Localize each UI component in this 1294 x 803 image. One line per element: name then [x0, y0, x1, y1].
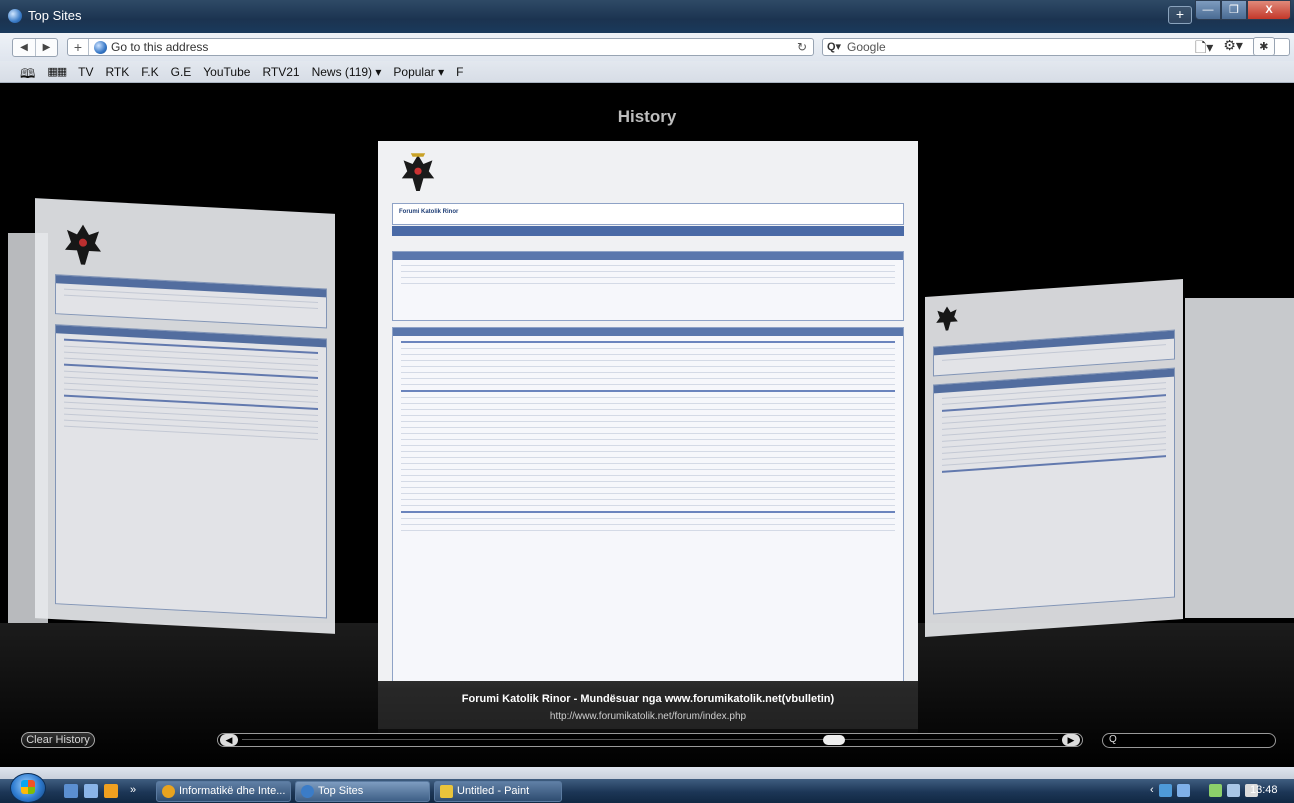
- tray-expand-icon[interactable]: ‹: [1150, 784, 1154, 797]
- history-coverflow: History Forumi Katolik Rinor Forumi Kato…: [0, 83, 1294, 767]
- window-titlebar: Top Sites + — ❐ X: [0, 0, 1294, 33]
- taskbar-item-label: Informatikë dhe Inte...: [179, 785, 286, 797]
- forward-button[interactable]: ▶: [35, 39, 57, 56]
- taskbar-item-top-sites[interactable]: Top Sites: [295, 781, 430, 802]
- caption-page-title: Forumi Katolik Rinor - Mundësuar nga www…: [461, 693, 835, 705]
- minimize-button[interactable]: —: [1195, 0, 1221, 20]
- scroll-track: [242, 739, 1058, 740]
- caption-page-url: http://www.forumikatolik.net/forum/index…: [549, 711, 747, 722]
- address-bar[interactable]: + Go to this address ↻: [67, 38, 814, 56]
- bookmarks-bar: 🕮 ▦▦ TV RTK F.K G.E YouTube RTV21 News (…: [0, 61, 1294, 83]
- toolbar-menus: 🗋▾ ⚙▾ ✱: [1195, 37, 1275, 61]
- report-bug-icon[interactable]: ✱: [1252, 37, 1275, 56]
- quick-launch: »: [64, 784, 136, 798]
- taskbar-clock[interactable]: 13:48: [1250, 784, 1278, 796]
- navigation-toolbar: ◀ ▶ + Go to this address ↻ Q▾ Google 🗋▾ …: [0, 33, 1294, 61]
- history-thumbnail-far-right[interactable]: [1185, 298, 1294, 618]
- switch-windows-icon[interactable]: [84, 784, 98, 798]
- thumbnail-caption: Forumi Katolik Rinor - Mundësuar nga www…: [378, 687, 918, 729]
- scroll-right-arrow-icon[interactable]: ▶: [1062, 734, 1080, 746]
- safari-icon: [301, 785, 314, 798]
- settings-gear-icon[interactable]: ⚙▾: [1223, 37, 1243, 61]
- right-thumb-body-block: [933, 367, 1175, 615]
- system-tray: ‹: [1150, 784, 1258, 797]
- address-input[interactable]: Go to this address: [111, 40, 208, 54]
- media-player-icon[interactable]: [104, 784, 118, 798]
- new-tab-button[interactable]: +: [1168, 6, 1192, 24]
- eagle-logo-icon: [401, 153, 435, 191]
- history-heading: History: [617, 107, 677, 126]
- show-desktop-icon[interactable]: [64, 784, 78, 798]
- window-title: Top Sites: [28, 8, 82, 23]
- page-menu-icon[interactable]: 🗋▾: [1195, 37, 1213, 61]
- network-icon[interactable]: [1158, 784, 1172, 797]
- taskbar-item-label: Untitled - Paint: [457, 785, 530, 797]
- status-bar: [0, 767, 1294, 779]
- scroll-left-arrow-icon[interactable]: ◀: [220, 734, 238, 746]
- safari-globe-icon: [8, 9, 22, 23]
- history-thumbnail-current[interactable]: Forumi Katolik Rinor: [378, 141, 918, 681]
- search-input[interactable]: Google: [847, 40, 886, 54]
- history-thumbnail-right[interactable]: [925, 278, 1183, 638]
- forum-navbar: [392, 226, 904, 236]
- back-forward-group: ◀ ▶: [12, 38, 58, 57]
- messenger-icon[interactable]: [1176, 784, 1190, 797]
- eagle-logo-icon: [65, 224, 101, 265]
- history-scrollbar[interactable]: ◀ ▶: [217, 733, 1083, 747]
- usb-icon[interactable]: [1208, 784, 1222, 797]
- history-thumbnail-left[interactable]: [35, 198, 335, 634]
- taskbar-item-label: Top Sites: [318, 785, 364, 797]
- add-bookmark-button[interactable]: +: [68, 39, 89, 55]
- left-thumb-header-block: [55, 274, 327, 329]
- reload-icon[interactable]: ↻: [797, 40, 807, 54]
- window-controls: — ❐ X: [1195, 0, 1291, 20]
- clear-history-button[interactable]: Clear History: [21, 732, 95, 748]
- forum-title: Forumi Katolik Rinor: [399, 209, 459, 215]
- search-icon[interactable]: Q▾: [827, 40, 841, 53]
- windows-taskbar: » Informatikë dhe Inte... Top Sites Unti…: [0, 773, 1294, 803]
- forum-sections-table: [392, 327, 904, 681]
- taskbar-item-paint[interactable]: Untitled - Paint: [434, 781, 562, 802]
- taskbar-item-informatike[interactable]: Informatikë dhe Inte...: [156, 781, 291, 802]
- maximize-button[interactable]: ❐: [1221, 0, 1247, 20]
- eagle-logo-icon: [936, 306, 958, 331]
- quick-launch-more[interactable]: »: [130, 784, 136, 798]
- close-button[interactable]: X: [1247, 0, 1291, 20]
- scroll-thumb[interactable]: [823, 735, 846, 745]
- forum-chatbox: [392, 251, 904, 321]
- globe-icon: [94, 41, 107, 54]
- display-icon[interactable]: [1226, 784, 1240, 797]
- windows-logo-icon: [21, 780, 35, 794]
- left-thumb-body-block: [55, 324, 327, 619]
- start-orb-button[interactable]: [10, 773, 46, 803]
- paint-icon: [440, 785, 453, 798]
- forum-header: Forumi Katolik Rinor: [392, 203, 904, 225]
- history-search-input[interactable]: [1123, 735, 1263, 746]
- back-button[interactable]: ◀: [13, 39, 35, 56]
- history-search-field[interactable]: Q: [1102, 733, 1276, 748]
- firefox-icon: [162, 785, 175, 798]
- history-search-icon: Q: [1109, 734, 1117, 745]
